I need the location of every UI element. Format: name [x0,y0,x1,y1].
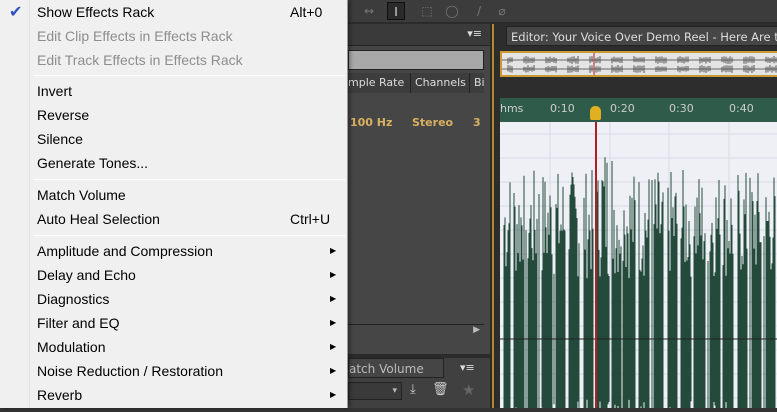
files-column-headers: mple Rate Channels Bi [348,73,484,93]
tool-bar: ↔ I ⬚ ◯ / ⌀ [348,0,777,22]
menu-item-silence[interactable]: Silence [0,127,346,151]
tab-match-volume[interactable]: atch Volume [348,358,444,378]
brush-tool-icon[interactable]: / [470,2,488,20]
submenu-arrow-icon: ▶ [330,270,337,279]
submenu-arrow-icon: ▶ [330,294,337,303]
spot-healing-tool-icon[interactable]: ⌀ [493,2,511,20]
panel-menu-icon[interactable]: ▾≡ [467,27,482,40]
ruler-label: 0:10 [550,102,575,115]
menu-item-label: Noise Reduction / Restoration [37,363,223,379]
marquee-tool-icon[interactable]: ⬚ [418,2,436,20]
checkmark-icon: ✔ [9,2,23,21]
submenu-arrow-icon: ▶ [330,318,337,327]
menu-item-shortcut: Alt+0 [290,4,323,20]
scroll-right-icon[interactable]: ▶ [473,325,480,335]
column-channels[interactable]: Channels [410,73,466,93]
time-selection-tool-icon[interactable]: ↔ [360,2,378,20]
menu-item-noise-reduction-restoration[interactable]: Noise Reduction / Restoration ▶ [0,359,346,383]
ruler-unit: hms [500,102,524,115]
menu-item-reverse[interactable]: Reverse [0,103,346,127]
column-sample-rate[interactable]: mple Rate [348,73,404,93]
menu-item-auto-heal-selection[interactable]: Auto Heal Selection Ctrl+U [0,207,346,231]
preset-dropdown[interactable]: ▾ [348,382,402,400]
waveform-display[interactable] [500,122,777,408]
waveform-graphic [500,122,777,408]
submenu-arrow-icon: ▶ [330,342,337,351]
menu-item-shortcut: Ctrl+U [290,211,331,227]
menu-item-reverb[interactable]: Reverb ▶ [0,383,346,407]
overview-waveform[interactable] [500,51,777,77]
files-search-input[interactable] [348,50,484,70]
menu-item-delay-and-echo[interactable]: Delay and Echo ▶ [0,263,346,287]
menu-item-label: Match Volume [37,187,126,203]
menu-item-label: Reverse [37,107,90,123]
menu-item-modulation[interactable]: Modulation ▶ [0,335,346,359]
files-panel-header: ▾≡ [348,24,490,46]
menu-item-match-volume[interactable]: Match Volume [0,183,346,207]
menu-separator [33,179,345,180]
file-bits: 3 [473,116,481,129]
menu-item-edit-track-effects-in-effects-rack[interactable]: Edit Track Effects in Effects Rack [0,48,346,72]
files-scrollbar[interactable]: ▶ [348,324,484,338]
menu-item-label: Generate Tones... [37,155,149,171]
menu-item-label: Amplitude and Compression [37,243,213,259]
match-volume-panel: atch Volume ▾≡ ▾ ⤓ 🗑 ★ [348,358,490,408]
overview-waveform-graphic [502,53,777,75]
menu-item-label: Auto Heal Selection [37,211,160,227]
menu-item-label: Edit Track Effects in Effects Rack [37,52,243,68]
save-preset-icon[interactable]: ⤓ [410,382,416,397]
text-cursor-tool-icon[interactable]: I [387,2,405,20]
timeline-ruler[interactable]: hms 0:10 0:20 0:30 0:40 [500,98,777,122]
menu-item-generate-tones[interactable]: Generate Tones... [0,151,346,175]
playhead-handle[interactable] [590,106,601,120]
lasso-tool-icon[interactable]: ◯ [443,2,461,20]
menu-item-edit-clip-effects-in-effects-rack[interactable]: Edit Clip Effects in Effects Rack [0,24,346,48]
menu-item-label: Reverb [37,387,83,403]
menu-item-invert[interactable]: Invert [0,79,346,103]
menu-item-label: Invert [37,83,73,99]
menu-item-amplitude-and-compression[interactable]: Amplitude and Compression ▶ [0,239,346,263]
ruler-label: 0:20 [610,102,635,115]
file-channels: Stereo [412,116,454,129]
menu-item-label: Modulation [37,339,106,355]
menu-item-label: Edit Clip Effects in Effects Rack [37,28,233,44]
files-panel: ▾≡ mple Rate Channels Bi 100 Hz Stereo 3… [348,24,490,354]
menu-item-filter-and-eq[interactable]: Filter and EQ ▶ [0,311,346,335]
menu-item-diagnostics[interactable]: Diagnostics ▶ [0,287,346,311]
column-bits[interactable]: Bi [469,73,484,93]
menu-item-label: Diagnostics [37,291,110,307]
menu-item-label: Silence [37,131,83,147]
panel-menu-icon[interactable]: ▾≡ [460,361,475,374]
menu-separator [33,75,345,76]
menu-item-label: Filter and EQ [37,315,120,331]
delete-preset-icon[interactable]: 🗑 [432,382,449,397]
menu-item-show-effects-rack[interactable]: ✔ Show Effects Rack Alt+0 [0,0,346,24]
submenu-arrow-icon: ▶ [330,246,337,255]
file-sample-rate: 100 Hz [350,116,393,129]
editor-tab[interactable]: Editor: Your Voice Over Demo Reel - Here… [506,26,777,46]
editor-panel: Editor: Your Voice Over Demo Reel - Here… [492,24,777,408]
ruler-label: 0:30 [669,102,694,115]
submenu-arrow-icon: ▶ [330,366,337,375]
menu-item-label: Delay and Echo [37,267,136,283]
menu-item-label: Show Effects Rack [37,4,155,20]
effects-menu: ✔ Show Effects Rack Alt+0 Edit Clip Effects… [0,0,348,408]
favorite-star-icon[interactable]: ★ [462,381,475,399]
file-row[interactable]: 100 Hz Stereo 3 [348,114,484,132]
submenu-arrow-icon: ▶ [330,390,337,399]
ruler-label: 0:40 [729,102,754,115]
menu-separator [33,235,345,236]
